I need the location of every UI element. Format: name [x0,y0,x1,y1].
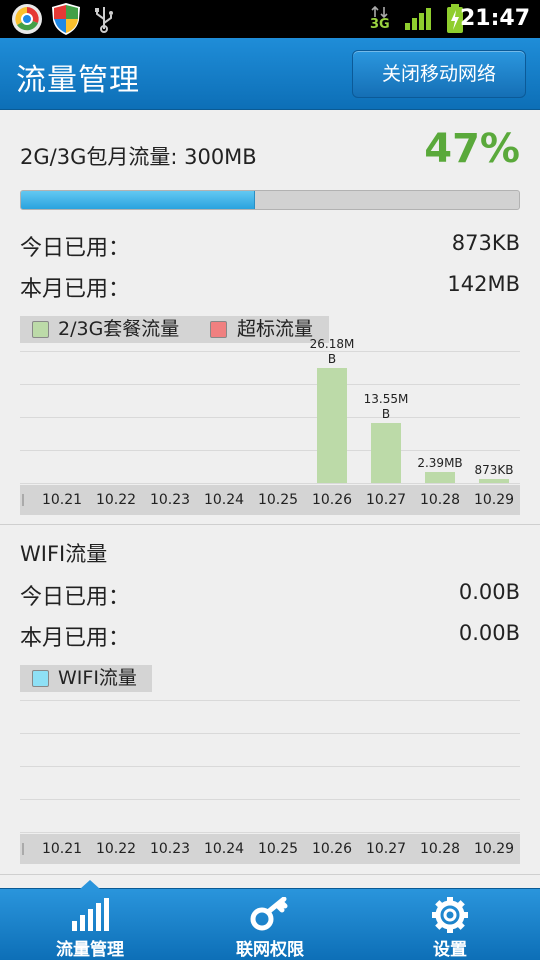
signal-icon [405,8,431,30]
nav-settings[interactable]: 设置 [360,889,540,960]
chart-gridline [20,483,520,484]
close-mobile-network-button[interactable]: 关闭移动网络 [352,50,526,98]
status-bar: 3G 21:47 [0,0,540,38]
chart-x-tick: 10.23 [149,492,191,508]
mobile-month-label: 本月已用： [20,277,131,302]
section-divider-bottom [0,874,540,875]
chart-x-tick: 10.29 [473,492,515,508]
chart-gridline [20,450,520,451]
active-tab-indicator [80,880,100,889]
wifi-chart-legend: WIFI流量 [20,665,152,692]
chart-x-tick: 10.27 [365,492,407,508]
wifi-title: WIFI流量 [20,542,108,566]
chart-x-tick: 10.29 [473,841,515,857]
section-divider [0,524,540,525]
legend-swatch-over [210,321,227,338]
chart-x-tick: 10.25 [257,492,299,508]
nav-network-permission[interactable]: 联网权限 [180,889,360,960]
shield-icon [52,3,80,35]
chart-x-tick: 10.24 [203,841,245,857]
chart-bar [425,472,455,483]
page-title: 流量管理 [16,63,140,98]
browser-icon [12,4,42,34]
chart-x-tick: 10.24 [203,492,245,508]
nav-traffic-management[interactable]: 流量管理 [0,880,180,960]
chart-gridline [20,351,520,352]
nav-label-settings: 设置 [433,940,467,960]
chart-data-label: 873KB [474,463,514,478]
chart-data-label: 26.18M B [309,336,355,366]
chart-x-tick: 10.27 [365,841,407,857]
wifi-today-value: 0.00B [458,580,520,604]
gear-icon [432,897,468,933]
mobile-month-value: 142MB [447,272,520,296]
chart-x-tick: 10.22 [95,492,137,508]
chart-gridline [20,766,520,767]
chart-x-tick: 10.22 [95,841,137,857]
legend-swatch-wifi [32,670,49,687]
key-icon [250,897,288,931]
chart-bar [371,423,401,483]
mobile-chart-legend: 2/3G套餐流量 超标流量 [20,316,329,343]
legend-swatch-plan [32,321,49,338]
chart-x-tick: 10.21 [41,492,83,508]
chart-x-tick: 10.21 [41,841,83,857]
wifi-today-label: 今日已用： [20,585,131,610]
chart-x-axis: 10.21 10.22 10.23 10.24 10.25 10.26 10.27 10.28… [20,834,520,864]
clock: 21:47 [459,6,530,31]
chart-gridline [20,700,520,701]
chart-x-tick: 10.28 [419,841,461,857]
bar-chart-icon [72,898,109,931]
app-header: 流量管理 关闭移动网络 [0,38,540,110]
legend-label-plan: 2/3G套餐流量 [58,318,180,340]
chart-x-tick: 10.23 [149,841,191,857]
usb-icon [95,7,113,33]
chart-data-label: 13.55M B [363,392,409,422]
chart-x-tick: 10.28 [419,492,461,508]
chart-x-tick: 10.26 [311,841,353,857]
usage-progress-fill [21,191,256,209]
chart-gridline [20,417,520,418]
chart-bar [317,367,347,483]
wifi-usage-chart: 10.21 10.22 10.23 10.24 10.25 10.26 10.27 10.28… [20,700,520,866]
chart-gridline [20,832,520,833]
chart-gridline [20,733,520,734]
data-3g-icon: 3G [370,6,390,34]
mobile-usage-chart: 26.18M B 13.55M B 2.39MB 873KB 10.21 10.22 10.23… [20,337,520,517]
chart-gridline [20,799,520,800]
axis-scroll-marker [22,494,24,506]
network-type-label: 3G [370,17,390,32]
axis-scroll-marker [22,843,24,855]
chart-x-tick: 10.25 [257,841,299,857]
mobile-today-label: 今日已用： [20,236,131,261]
chart-x-axis: 10.21 10.22 10.23 10.24 10.25 10.26 10.27 10.28… [20,485,520,515]
legend-label-wifi: WIFI流量 [58,667,137,689]
mobile-today-value: 873KB [451,231,520,255]
chart-bar [479,479,509,483]
bottom-navigation: 流量管理 联网权限 设置 [0,880,540,960]
wifi-month-label: 本月已用： [20,626,131,651]
chart-x-tick: 10.26 [311,492,353,508]
chart-gridline [20,384,520,385]
wifi-month-value: 0.00B [458,621,520,645]
usage-percent: 47% [424,126,520,172]
nav-label-permission: 联网权限 [236,940,304,960]
nav-label-traffic: 流量管理 [56,940,124,960]
usage-progress-bar [20,190,520,210]
mobile-plan-title: 2G/3G包月流量: 300MB [20,145,257,169]
